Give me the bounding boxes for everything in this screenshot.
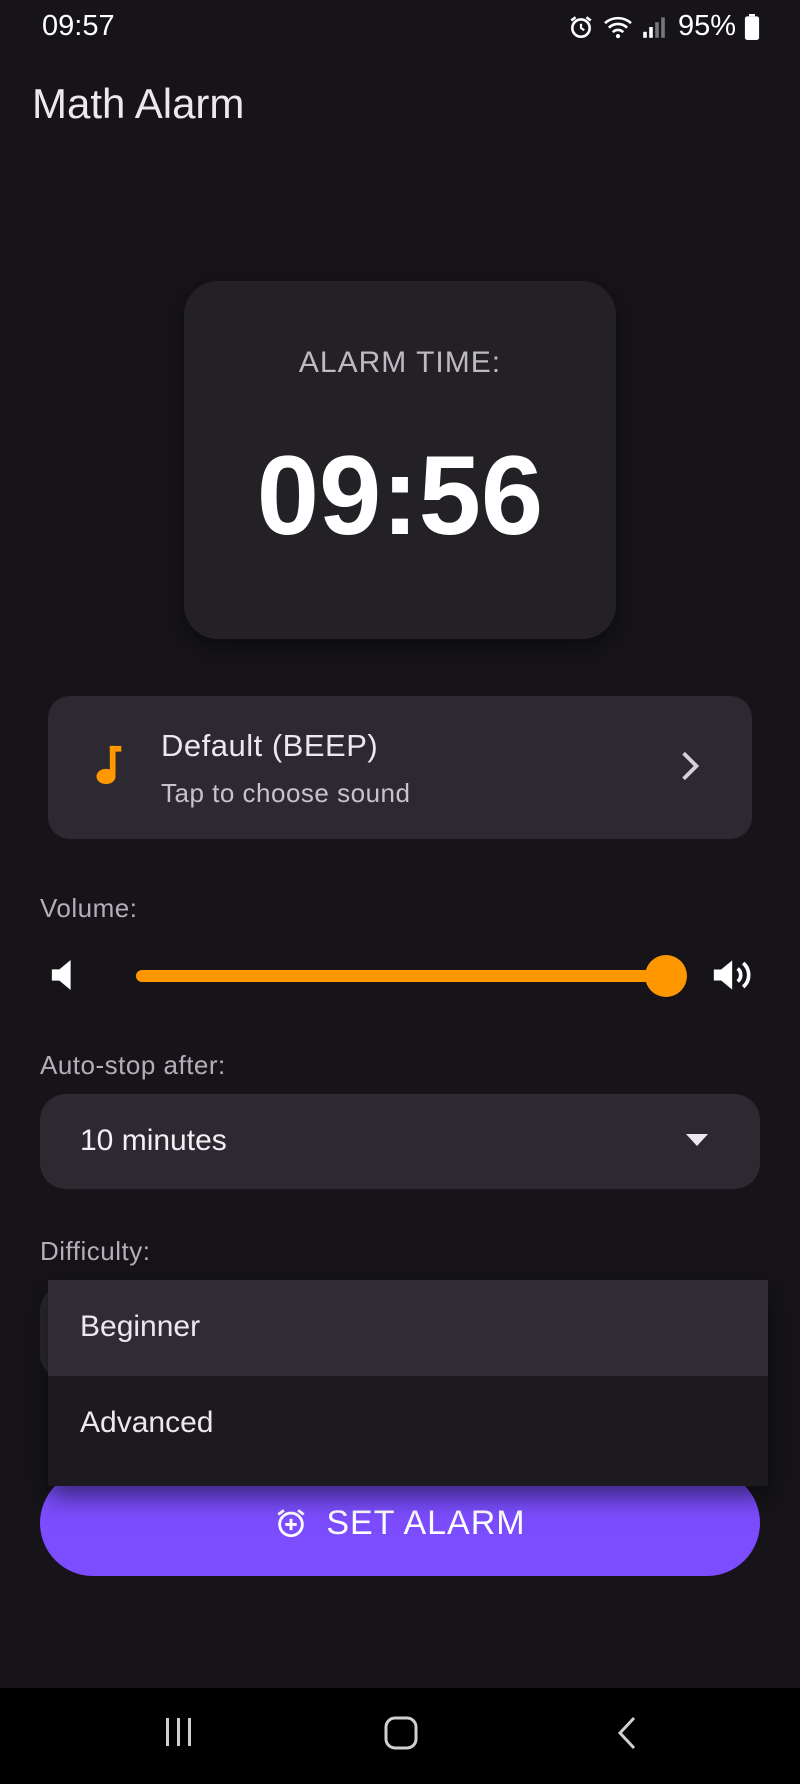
music-note-icon [96,745,122,785]
system-nav-bar [0,1688,800,1784]
sound-title: Default (BEEP) [161,728,379,763]
dropdown-arrow-icon [686,1134,708,1146]
volume-slider-thumb[interactable] [645,955,687,997]
difficulty-option-label: Advanced [80,1406,214,1439]
difficulty-label: Difficulty: [40,1236,151,1266]
set-alarm-label: SET ALARM [326,1503,526,1542]
volume-low-icon[interactable] [50,955,80,995]
home-icon[interactable] [384,1716,418,1750]
status-time: 09:57 [42,10,115,42]
status-bar: 09:57 95% [0,0,800,56]
volume-slider[interactable] [136,955,687,997]
alarm-time-card[interactable]: ALARM TIME: 09:56 [184,281,616,639]
status-icons: 95% [568,10,760,43]
volume-slider-fill [136,970,666,982]
volume-label: Volume: [40,893,138,923]
difficulty-option-label: Beginner [80,1310,201,1343]
app-title: Math Alarm [32,80,245,127]
auto-stop-label: Auto-stop after: [40,1050,226,1080]
alarm-time-label: ALARM TIME: [298,346,502,379]
volume-high-icon[interactable] [712,955,756,995]
recents-icon[interactable] [164,1716,194,1748]
alarm-add-icon [277,1509,305,1538]
signal-icon [643,16,665,38]
battery-percent: 95% [677,10,736,42]
sound-picker[interactable]: Default (BEEP) Tap to choose sound [48,696,752,839]
alarm-clock-icon [570,15,592,38]
difficulty-menu: Beginner Advanced [48,1280,768,1486]
wifi-icon [604,16,632,38]
battery-icon [744,13,760,40]
difficulty-option-advanced[interactable]: Advanced [48,1376,768,1472]
difficulty-option-beginner[interactable]: Beginner [48,1280,768,1376]
sound-subtitle: Tap to choose sound [161,778,411,808]
back-icon[interactable] [616,1716,638,1750]
alarm-time-value[interactable]: 09:56 [184,431,616,560]
auto-stop-value: 10 minutes [80,1124,227,1157]
auto-stop-dropdown[interactable]: 10 minutes [40,1094,760,1189]
chevron-right-icon [682,751,700,781]
